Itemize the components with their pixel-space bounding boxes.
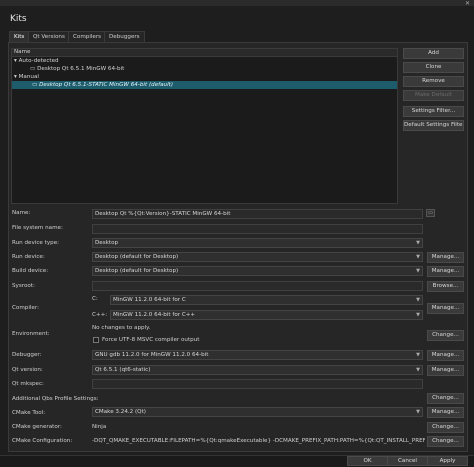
force-utf8-checkbox[interactable]: [93, 337, 99, 343]
select-value: MinGW 11.2.0 64-bit for C++: [113, 312, 196, 318]
browse-sysroot-button[interactable]: Browse...: [427, 281, 464, 292]
chevron-down-icon[interactable]: ▾: [14, 74, 17, 80]
default-settings-filter-button[interactable]: Default Settings Filter...: [403, 120, 464, 131]
chevron-down-icon: ▼: [416, 409, 420, 415]
monitor-icon: ▭: [30, 66, 36, 72]
chevron-down-icon: ▼: [416, 367, 420, 373]
tab-kits[interactable]: Kits: [9, 31, 30, 42]
tree-item-label: Desktop Qt 6.5.1-STATIC MinGW 64-bit (de…: [39, 82, 174, 88]
chevron-down-icon: ▼: [416, 312, 420, 318]
cmake-tool-label: CMake Tool:: [12, 410, 46, 416]
qt-mkspec-label: Qt mkspec:: [12, 381, 44, 387]
settings-filter-button[interactable]: Settings Filter...: [403, 106, 464, 117]
build-device-label: Build device:: [12, 268, 49, 274]
chevron-down-icon: ▼: [416, 297, 420, 303]
qt-version-label: Qt version:: [12, 367, 43, 373]
file-system-name-label: File system name:: [12, 225, 63, 231]
manage-build-device-button[interactable]: Manage...: [427, 266, 464, 277]
add-button[interactable]: Add: [403, 48, 464, 59]
apply-button[interactable]: Apply: [427, 456, 468, 466]
run-device-label: Run device:: [12, 254, 45, 260]
manage-qt-version-button[interactable]: Manage...: [427, 365, 464, 376]
environment-label: Environment:: [12, 331, 50, 337]
chevron-down-icon: ▼: [416, 352, 420, 358]
chevron-down-icon: ▼: [416, 240, 420, 246]
name-field[interactable]: Desktop Qt %{Qt:Version}-STATIC MinGW 64…: [92, 209, 423, 219]
select-value: Desktop (default for Desktop): [95, 254, 179, 260]
run-device-type-select[interactable]: Desktop ▼: [92, 238, 423, 248]
change-cmake-generator-button[interactable]: Change...: [427, 422, 464, 433]
tree-item-label: Desktop Qt 6.5.1 MinGW 64-bit: [37, 66, 125, 72]
force-utf8-label: Force UTF-8 MSVC compiler output: [102, 337, 200, 343]
run-device-type-label: Run device type:: [12, 240, 60, 246]
compiler-cpp-select[interactable]: MinGW 11.2.0 64-bit for C++ ▼: [110, 310, 423, 320]
run-device-select[interactable]: Desktop (default for Desktop) ▼: [92, 252, 423, 262]
compiler-c-select[interactable]: MinGW 11.2.0 64-bit for C ▼: [110, 295, 423, 305]
qbs-profile-label: Additional Qbs Profile Settings:: [12, 396, 99, 402]
tree-item-selected[interactable]: ▭ Desktop Qt 6.5.1-STATIC MinGW 64-bit (…: [12, 81, 397, 89]
clone-button[interactable]: Clone: [403, 62, 464, 73]
tab-debuggers[interactable]: Debuggers: [104, 31, 145, 42]
sysroot-field[interactable]: [92, 281, 423, 291]
environment-value: No changes to apply.: [92, 325, 151, 331]
compiler-cpp-label: C++:: [92, 312, 108, 318]
close-icon[interactable]: ✕: [465, 0, 470, 7]
cmake-generator-label: CMake generator:: [12, 424, 62, 430]
make-default-button[interactable]: Make Default: [403, 90, 464, 101]
compiler-label: Compiler:: [12, 305, 39, 311]
chevron-down-icon: ▼: [416, 268, 420, 274]
manage-run-device-button[interactable]: Manage...: [427, 252, 464, 263]
tree-header-name[interactable]: Name: [12, 49, 397, 57]
tree-group-label: Auto-detected: [18, 58, 59, 64]
qt-version-select[interactable]: Qt 6.5.1 (qt6-static) ▼: [92, 365, 423, 375]
tree-item[interactable]: ▭ Desktop Qt 6.5.1 MinGW 64-bit: [30, 65, 124, 73]
change-cmake-configuration-button[interactable]: Change...: [427, 436, 464, 447]
tab-compilers[interactable]: Compilers: [68, 31, 107, 42]
manage-cmake-tool-button[interactable]: Manage...: [427, 407, 464, 418]
debugger-select[interactable]: GNU gdb 11.2.0 for MinGW 11.2.0 64-bit ▼: [92, 350, 423, 360]
manage-debugger-button[interactable]: Manage...: [427, 350, 464, 361]
name-label: Name:: [12, 210, 31, 216]
chevron-down-icon[interactable]: ▾: [14, 58, 17, 64]
cancel-button[interactable]: Cancel: [387, 456, 428, 466]
monitor-icon: ▭: [32, 82, 38, 88]
sysroot-label: Sysroot:: [12, 283, 35, 289]
file-system-name-field[interactable]: [92, 224, 423, 234]
cmake-tool-select[interactable]: CMake 3.24.2 (Qt) ▼: [92, 407, 423, 417]
ok-button[interactable]: OK: [347, 456, 388, 466]
cmake-generator-value: Ninja: [92, 424, 107, 430]
window-title-bar: [0, 0, 474, 6]
tree-group-auto-detected[interactable]: ▾ Auto-detected: [14, 57, 59, 65]
qt-mkspec-field[interactable]: [92, 379, 423, 389]
select-value: MinGW 11.2.0 64-bit for C: [113, 297, 186, 303]
select-value: CMake 3.24.2 (Qt): [95, 409, 146, 415]
tab-qt-versions[interactable]: Qt Versions: [28, 31, 70, 42]
select-value: Desktop: [95, 240, 119, 246]
compiler-c-label: C:: [92, 296, 98, 302]
select-value: GNU gdb 11.2.0 for MinGW 11.2.0 64-bit: [95, 352, 209, 358]
kit-icon-picker[interactable]: ▭: [426, 209, 435, 217]
change-qbs-button[interactable]: Change...: [427, 393, 464, 404]
select-value: Qt 6.5.1 (qt6-static): [95, 367, 151, 373]
tree-group-label: Manual: [18, 74, 39, 80]
tree-group-manual[interactable]: ▾ Manual: [14, 73, 39, 81]
page-title: Kits: [10, 14, 27, 24]
debugger-label: Debugger:: [12, 352, 42, 358]
select-value: Desktop (default for Desktop): [95, 268, 179, 274]
change-environment-button[interactable]: Change...: [427, 330, 464, 341]
chevron-down-icon: ▼: [416, 254, 420, 260]
monitor-icon: ▭: [428, 210, 433, 216]
remove-button[interactable]: Remove: [403, 76, 464, 87]
cmake-configuration-value: -DQT_QMAKE_EXECUTABLE:FILEPATH=%{Qt:qmak…: [92, 438, 425, 444]
manage-compiler-button[interactable]: Manage...: [427, 303, 464, 314]
build-device-select[interactable]: Desktop (default for Desktop) ▼: [92, 266, 423, 276]
cmake-configuration-label: CMake Configuration:: [12, 438, 73, 444]
